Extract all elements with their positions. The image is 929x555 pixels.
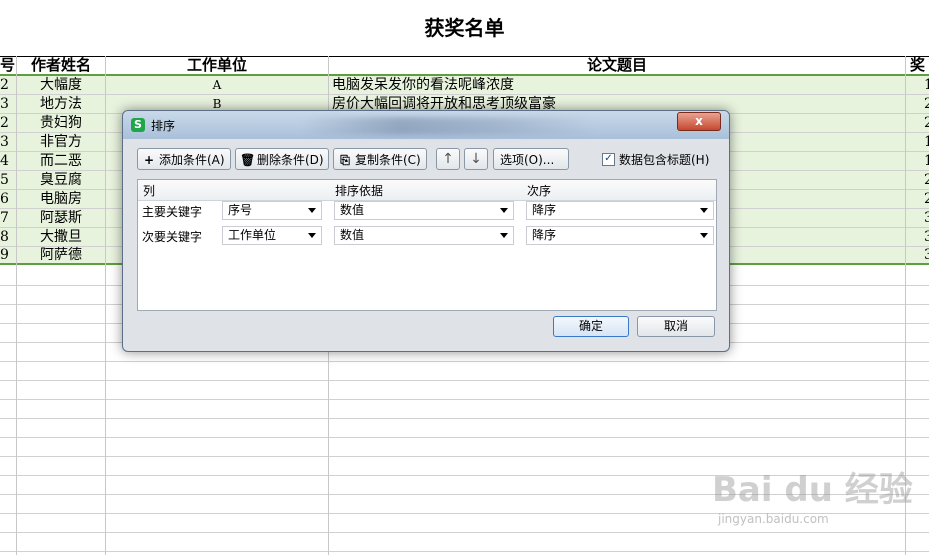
close-button[interactable]: x: [677, 112, 721, 131]
move-down-button[interactable]: ↓: [464, 148, 488, 170]
header-cell-award[interactable]: 奖: [910, 56, 929, 75]
cell-author[interactable]: 阿萨德: [17, 246, 105, 265]
primary-order-value: 降序: [532, 203, 557, 217]
copy-condition-label: 复制条件(C): [355, 153, 421, 167]
grid-header-order: 次序: [527, 184, 552, 198]
has-header-label: 数据包含标题(H): [619, 153, 710, 167]
row-line: [0, 361, 929, 362]
dialog-title-bar[interactable]: S 排序 x: [123, 111, 729, 139]
add-condition-label: 添加条件(A): [159, 153, 225, 167]
cell-no[interactable]: 4: [0, 152, 16, 171]
row-line: [0, 437, 929, 438]
trash-icon: 🗑: [240, 153, 256, 167]
chevron-down-icon: [500, 208, 508, 213]
secondary-key-label: 次要关键字: [142, 230, 203, 244]
sort-conditions-grid: 列 排序依据 次序 主要关键字 序号 数值 降序 次要关键字 工作单位 数值 降…: [137, 179, 717, 311]
secondary-order-select[interactable]: 降序: [526, 226, 714, 245]
header-cell-no[interactable]: 号: [0, 56, 16, 75]
sort-dialog: S 排序 x + 添加条件(A) 🗑 删除条件(D) ⎘ 复制条件(C) ↑ ↓ 选项…: [122, 110, 730, 352]
cell-author[interactable]: 电脑房: [17, 190, 105, 209]
header-cell-author[interactable]: 作者姓名: [17, 56, 105, 75]
chevron-down-icon: [500, 233, 508, 238]
cell-award[interactable]: 2: [924, 190, 929, 209]
cell-no[interactable]: 6: [0, 190, 16, 209]
header-cell-unit[interactable]: 工作单位: [106, 56, 328, 75]
row-line: [0, 380, 929, 381]
sheet-title: 获奖名单: [424, 16, 505, 40]
cell-author[interactable]: 大撒旦: [17, 228, 105, 247]
row-line: [0, 456, 929, 457]
cell-author[interactable]: 而二恶: [17, 152, 105, 171]
move-up-button[interactable]: ↑: [436, 148, 460, 170]
cell-no[interactable]: 3: [0, 95, 16, 114]
cell-author[interactable]: 阿瑟斯: [17, 209, 105, 228]
grid-header: 列 排序依据 次序: [138, 180, 716, 201]
ok-button[interactable]: 确定: [553, 316, 629, 337]
options-button[interactable]: 选项(O)...: [493, 148, 569, 170]
copy-condition-button[interactable]: ⎘ 复制条件(C): [333, 148, 427, 170]
cell-award[interactable]: 1: [924, 152, 929, 171]
secondary-sort-on-value: 数值: [340, 228, 365, 242]
add-condition-button[interactable]: + 添加条件(A): [137, 148, 231, 170]
secondary-column-value: 工作单位: [228, 228, 277, 242]
row-line: [0, 418, 929, 419]
chevron-down-icon: [700, 208, 708, 213]
cell-unit[interactable]: A: [106, 76, 328, 95]
app-logo-icon: S: [131, 118, 145, 132]
has-header-checkbox[interactable]: ✓: [602, 153, 615, 166]
cell-no[interactable]: 2: [0, 114, 16, 133]
delete-condition-label: 删除条件(D): [257, 153, 324, 167]
cell-no[interactable]: 7: [0, 209, 16, 228]
cell-no[interactable]: 9: [0, 246, 16, 265]
cell-award[interactable]: 3: [924, 228, 929, 247]
watermark-logo: Bai du 经验: [712, 470, 913, 510]
dialog-title: 排序: [151, 119, 176, 133]
row-line: [0, 532, 929, 533]
cell-award[interactable]: 2: [924, 95, 929, 114]
cell-no[interactable]: 3: [0, 133, 16, 152]
grid-header-sort-on: 排序依据: [335, 184, 384, 198]
cell-award[interactable]: 1: [924, 76, 929, 95]
primary-order-select[interactable]: 降序: [526, 201, 714, 220]
plus-icon: +: [143, 153, 155, 167]
cell-author[interactable]: 大幅度: [17, 76, 105, 95]
chevron-down-icon: [308, 233, 316, 238]
cell-author[interactable]: 地方法: [17, 95, 105, 114]
chevron-down-icon: [700, 233, 708, 238]
cell-author[interactable]: 臭豆腐: [17, 171, 105, 190]
primary-column-value: 序号: [228, 203, 253, 217]
cell-award[interactable]: 2: [924, 114, 929, 133]
delete-condition-button[interactable]: 🗑 删除条件(D): [235, 148, 329, 170]
cell-no[interactable]: 2: [0, 76, 16, 95]
primary-key-label: 主要关键字: [142, 205, 203, 219]
cell-award[interactable]: 1: [924, 133, 929, 152]
cell-author[interactable]: 非官方: [17, 133, 105, 152]
row-line: [0, 551, 929, 552]
watermark-url: jingyan.baidu.com: [718, 512, 829, 526]
cell-award[interactable]: 3: [924, 209, 929, 228]
grid-header-column: 列: [143, 184, 156, 198]
chevron-down-icon: [308, 208, 316, 213]
cell-paper-title[interactable]: 电脑发呆发你的看法呢峰浓度: [332, 76, 902, 95]
cell-no[interactable]: 5: [0, 171, 16, 190]
cell-award[interactable]: 3: [924, 246, 929, 265]
cell-no[interactable]: 8: [0, 228, 16, 247]
cell-award[interactable]: 2: [924, 171, 929, 190]
secondary-order-value: 降序: [532, 228, 557, 242]
secondary-sort-on-select[interactable]: 数值: [334, 226, 514, 245]
copy-icon: ⎘: [340, 153, 350, 167]
col-line: [105, 56, 106, 555]
cell-author[interactable]: 贵妇狗: [17, 114, 105, 133]
row-line: [0, 399, 929, 400]
header-cell-paper-title[interactable]: 论文题目: [329, 56, 905, 75]
blurred-title-area: [303, 117, 593, 135]
cancel-button[interactable]: 取消: [637, 316, 715, 337]
primary-sort-on-select[interactable]: 数值: [334, 201, 514, 220]
secondary-column-select[interactable]: 工作单位: [222, 226, 322, 245]
primary-sort-on-value: 数值: [340, 203, 365, 217]
primary-column-select[interactable]: 序号: [222, 201, 322, 220]
